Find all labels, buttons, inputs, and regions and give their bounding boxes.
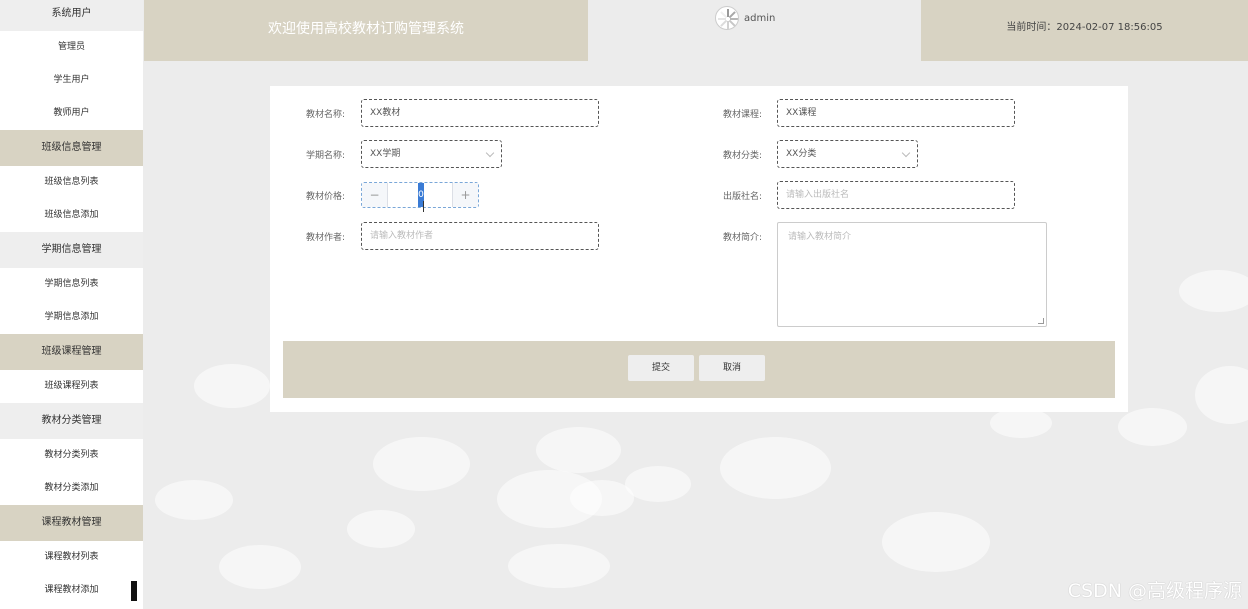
increment-button[interactable]: + — [452, 183, 478, 207]
sidebar-group[interactable]: 班级信息管理 — [0, 130, 143, 166]
sidebar-scrollbar[interactable] — [131, 581, 137, 601]
author-label: 教材作者: — [305, 233, 345, 243]
sidebar-item[interactable]: 教师用户 — [0, 97, 143, 130]
intro-placeholder: 请输入教材简介 — [788, 232, 852, 242]
time-value: 2024-02-07 18:56:05 — [1056, 22, 1163, 33]
sidebar-item[interactable]: 教材分类添加 — [0, 472, 143, 505]
sidebar-item[interactable]: 学生用户 — [0, 64, 143, 97]
header-user-area — [588, 0, 921, 61]
publisher-label: 出版社名: — [722, 192, 762, 202]
current-time: 当前时间：2024-02-07 18:56:05 — [921, 0, 1248, 61]
sidebar-item[interactable]: 班级信息添加 — [0, 199, 143, 232]
textbook-course-input[interactable]: XX课程 — [777, 99, 1015, 127]
watermark: CSDN @高级程序源 — [1067, 580, 1242, 602]
sidebar-item[interactable]: 教材分类列表 — [0, 439, 143, 472]
sidebar-item-system-users[interactable]: 系统用户 — [0, 0, 143, 31]
sidebar-group[interactable]: 班级课程管理 — [0, 334, 143, 370]
intro-label: 教材简介: — [722, 233, 762, 243]
term-name-select[interactable]: XX学期 — [361, 140, 502, 168]
sidebar-item[interactable]: 课程教材列表 — [0, 541, 143, 574]
term-name-label: 学期名称: — [305, 151, 345, 161]
textbook-category-label: 教材分类: — [722, 151, 762, 161]
sidebar-group[interactable]: 教材分类管理 — [0, 403, 143, 439]
sidebar-item[interactable]: 班级课程列表 — [0, 370, 143, 403]
textbook-price-label: 教材价格: — [305, 192, 345, 202]
cancel-button[interactable]: 取消 — [699, 355, 765, 381]
chevron-down-icon — [901, 148, 911, 158]
sidebar: 系统用户 管理员 学生用户 教师用户 班级信息管理 班级信息列表 班级信息添加 学期信息管理… — [0, 0, 143, 609]
textbook-category-select[interactable]: XX分类 — [777, 140, 918, 168]
decrement-button[interactable]: − — [362, 183, 388, 207]
sidebar-item[interactable]: 管理员 — [0, 31, 143, 64]
time-label: 当前时间： — [1006, 22, 1057, 33]
author-input[interactable]: 请输入教材作者 — [361, 222, 599, 250]
intro-textarea[interactable]: 请输入教材简介 — [777, 222, 1047, 327]
sidebar-list: 管理员 学生用户 教师用户 班级信息管理 班级信息列表 班级信息添加 学期信息管理 学期信息列… — [0, 31, 143, 607]
avatar-loading-icon[interactable] — [715, 6, 739, 30]
textbook-name-label: 教材名称: — [305, 110, 345, 120]
publisher-input[interactable]: 请输入出版社名 — [777, 181, 1015, 209]
page-title: 欢迎使用高校教材订购管理系统 — [144, 0, 588, 61]
sidebar-item[interactable]: 学期信息列表 — [0, 268, 143, 301]
sidebar-group[interactable]: 课程教材管理 — [0, 505, 143, 541]
textbook-price-stepper[interactable]: − 0 + — [361, 182, 479, 208]
textbook-category-value: XX分类 — [786, 149, 817, 159]
textbook-name-input[interactable]: XX教材 — [361, 99, 599, 127]
sidebar-item[interactable]: 课程教材添加 — [0, 574, 143, 607]
text-cursor-icon — [423, 201, 424, 212]
textbook-course-label: 教材课程: — [722, 110, 762, 120]
resize-handle-icon[interactable] — [1038, 318, 1044, 324]
sidebar-item[interactable]: 学期信息添加 — [0, 301, 143, 334]
term-name-value: XX学期 — [370, 149, 401, 159]
sidebar-item[interactable]: 班级信息列表 — [0, 166, 143, 199]
user-name[interactable]: admin — [744, 13, 775, 24]
submit-button[interactable]: 提交 — [628, 355, 694, 381]
sidebar-group[interactable]: 学期信息管理 — [0, 232, 143, 268]
chevron-down-icon — [485, 148, 495, 158]
